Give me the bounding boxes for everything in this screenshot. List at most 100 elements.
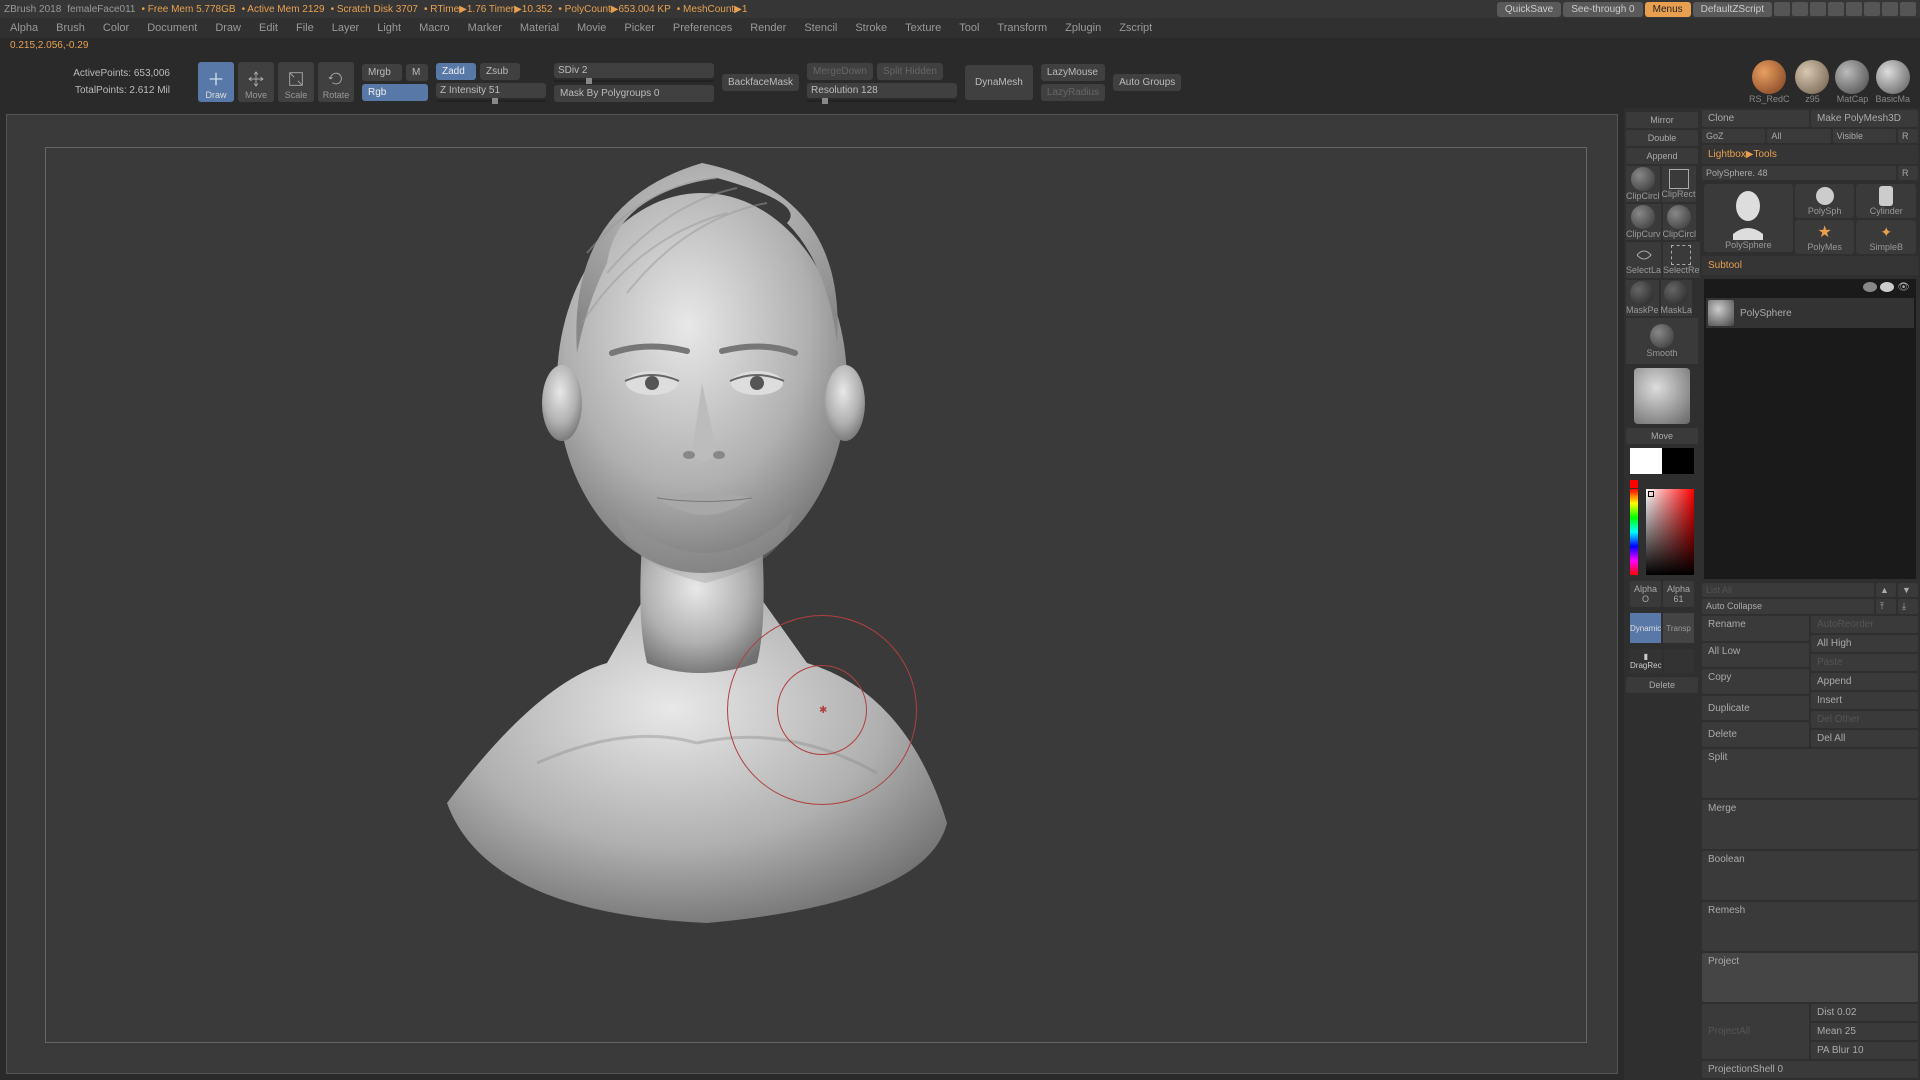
menu-edit[interactable]: Edit (259, 22, 278, 34)
subtool-vis-icon[interactable] (1863, 282, 1877, 292)
goz-r-button[interactable]: R (1898, 129, 1918, 143)
hue-strip[interactable] (1630, 489, 1638, 575)
subtool-header[interactable]: Subtool (1702, 256, 1918, 275)
material-rsredc[interactable]: RS_RedC (1749, 60, 1790, 104)
selectrect-brush[interactable]: SelectRe (1663, 242, 1700, 278)
autoreorder-button[interactable]: AutoReorder (1811, 616, 1918, 633)
rename-button[interactable]: Rename (1702, 616, 1809, 641)
color-swatches[interactable] (1630, 448, 1694, 474)
menu-texture[interactable]: Texture (905, 22, 941, 34)
insert-button[interactable]: Insert (1811, 692, 1918, 709)
menu-color[interactable]: Color (103, 22, 129, 34)
menu-transform[interactable]: Transform (997, 22, 1047, 34)
tool-simplebrush[interactable]: ✦SimpleB (1856, 220, 1916, 254)
goz-button[interactable]: GoZ (1702, 129, 1765, 143)
m-button[interactable]: M (406, 64, 428, 81)
mean-slider[interactable]: Mean 25 (1811, 1023, 1918, 1040)
splithidden-button[interactable]: Split Hidden (877, 63, 943, 80)
zsub-button[interactable]: Zsub (480, 63, 520, 80)
menu-stroke[interactable]: Stroke (855, 22, 887, 34)
zadd-button[interactable]: Zadd (436, 63, 476, 80)
mask-polygroups-slider[interactable]: Mask By Polygroups 0 (554, 85, 714, 102)
menu-file[interactable]: File (296, 22, 314, 34)
resolution-slider[interactable]: Resolution 128 (807, 83, 957, 98)
menu-macro[interactable]: Macro (419, 22, 450, 34)
boolean-section[interactable]: Boolean (1702, 851, 1918, 900)
menu-draw[interactable]: Draw (215, 22, 241, 34)
subtool-list[interactable]: 👁 PolySphere (1704, 279, 1916, 579)
alllow-button[interactable]: All Low (1702, 643, 1809, 668)
menu-brush[interactable]: Brush (56, 22, 85, 34)
subtool-item-polysphere[interactable]: PolySphere (1706, 298, 1914, 328)
projectionshell-slider[interactable]: ProjectionShell 0 (1702, 1061, 1918, 1078)
arrow-up-icon[interactable]: ▲ (1876, 583, 1896, 597)
arrow-down-icon[interactable]: ▼ (1898, 583, 1918, 597)
pablur-slider[interactable]: PA Blur 10 (1811, 1042, 1918, 1059)
move-down-icon[interactable]: ⤓ (1898, 599, 1918, 614)
menu-stencil[interactable]: Stencil (804, 22, 837, 34)
menu-zplugin[interactable]: Zplugin (1065, 22, 1101, 34)
append-subtool-button[interactable]: Append (1811, 673, 1918, 690)
make-polymesh3d-button[interactable]: Make PolyMesh3D (1811, 110, 1918, 127)
backface-mask-button[interactable]: BackfaceMask (722, 74, 799, 91)
selectlasso-brush[interactable]: SelectLa (1626, 242, 1661, 278)
draw-mode-button[interactable]: Draw (198, 62, 234, 102)
move-mode-button[interactable]: Move (238, 62, 274, 102)
remesh-section[interactable]: Remesh (1702, 902, 1918, 951)
maximize-icon[interactable] (1882, 2, 1898, 16)
zintensity-slider[interactable]: Z Intensity 51 (436, 83, 546, 98)
rgb-button[interactable]: Rgb (362, 84, 428, 101)
quicksave-button[interactable]: QuickSave (1497, 2, 1561, 17)
clipcurve-brush[interactable]: ClipCurv (1626, 204, 1661, 240)
xpose-button[interactable] (1664, 649, 1694, 673)
move-up-icon[interactable]: ⤒ (1876, 599, 1896, 614)
delother-button[interactable]: Del Other (1811, 711, 1918, 728)
dynamesh-button[interactable]: DynaMesh (965, 65, 1033, 100)
menu-preferences[interactable]: Preferences (673, 22, 732, 34)
material-z95[interactable]: z95 (1795, 60, 1829, 104)
tool-polymes[interactable]: ★PolyMes (1795, 220, 1855, 254)
menu-material[interactable]: Material (520, 22, 559, 34)
rotate-mode-button[interactable]: Rotate (318, 62, 354, 102)
goz-all-button[interactable]: All (1767, 129, 1830, 143)
lazymouse-button[interactable]: LazyMouse (1041, 64, 1105, 81)
copy-button[interactable]: Copy (1702, 669, 1809, 694)
menu-document[interactable]: Document (147, 22, 197, 34)
window-icon-3[interactable] (1810, 2, 1826, 16)
window-icon-5[interactable] (1846, 2, 1862, 16)
menu-picker[interactable]: Picker (624, 22, 655, 34)
transp-button[interactable]: Transp (1663, 613, 1694, 643)
alpha-off[interactable]: Alpha O (1630, 581, 1661, 607)
polysphere-header[interactable]: PolySphere. 48 (1702, 166, 1896, 180)
append-button[interactable]: Append (1626, 148, 1698, 164)
delete-button[interactable]: Delete (1702, 722, 1809, 747)
tool-cylinder[interactable]: Cylinder (1856, 184, 1916, 218)
clipcircle2-brush[interactable]: ClipCircl (1663, 204, 1697, 240)
clipcircle-brush[interactable]: ClipCircl (1626, 166, 1660, 202)
smooth-brush[interactable]: Smooth (1626, 318, 1698, 364)
cliprect-brush[interactable]: ClipRect (1662, 166, 1696, 202)
alpha-61[interactable]: Alpha 61 (1663, 581, 1694, 607)
close-icon[interactable] (1900, 2, 1916, 16)
mergedown-button[interactable]: MergeDown (807, 63, 873, 80)
side-delete-button[interactable]: Delete (1626, 677, 1698, 693)
color-picker[interactable] (1630, 480, 1694, 575)
autocollapse-button[interactable]: Auto Collapse (1702, 599, 1874, 614)
tool-polysph[interactable]: PolySph (1795, 184, 1855, 218)
duplicate-button[interactable]: Duplicate (1702, 696, 1809, 721)
menu-light[interactable]: Light (377, 22, 401, 34)
project-section[interactable]: Project (1702, 953, 1918, 1002)
delall-button[interactable]: Del All (1811, 730, 1918, 747)
menus-button[interactable]: Menus (1645, 2, 1691, 17)
material-basic[interactable]: BasicMa (1875, 60, 1910, 104)
lightbox-tools-header[interactable]: Lightbox▶Tools (1702, 145, 1918, 164)
mrgb-button[interactable]: Mrgb (362, 64, 402, 81)
3d-viewport[interactable]: ✱ (6, 114, 1618, 1074)
clone-button[interactable]: Clone (1702, 110, 1809, 127)
listall-button[interactable]: List All (1702, 583, 1874, 597)
maskpen-brush[interactable]: MaskPe (1626, 280, 1659, 316)
window-icon-1[interactable] (1774, 2, 1790, 16)
goz-visible-button[interactable]: Visible (1833, 129, 1896, 143)
defaultzscript-button[interactable]: DefaultZScript (1693, 2, 1772, 17)
dragrect-stroke[interactable]: ▮DragRec (1630, 649, 1662, 673)
